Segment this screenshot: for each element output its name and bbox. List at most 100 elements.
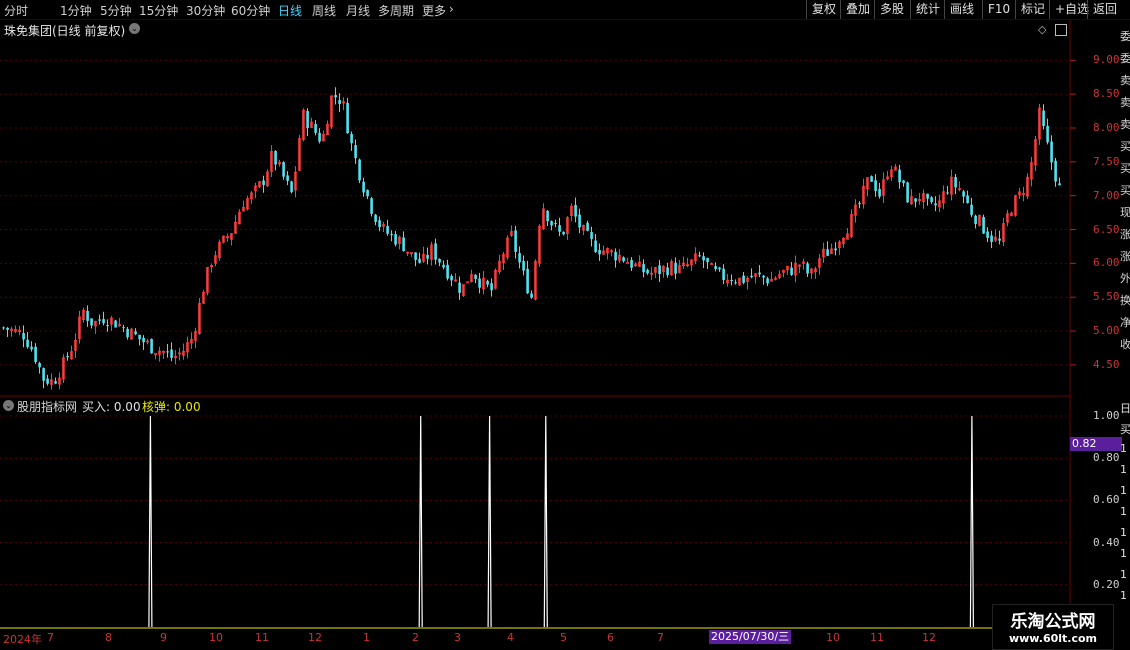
date-tick-label: 7 <box>657 631 664 644</box>
candle-body <box>762 275 765 278</box>
side-info-char: 日 <box>1120 402 1130 415</box>
candle-body <box>306 111 309 129</box>
candle-body <box>490 283 493 291</box>
watermark: 乐淘公式网 www.60lt.com <box>992 604 1114 650</box>
candle-body <box>434 243 437 260</box>
indicator-current-value: 0.82 <box>1070 437 1122 451</box>
candle-body <box>290 181 293 193</box>
buy-signal-spike <box>148 415 153 628</box>
candle-body <box>1050 141 1053 163</box>
candle-body <box>318 132 321 142</box>
candle-body <box>954 176 957 188</box>
candle-body <box>706 258 709 263</box>
candle-body <box>594 240 597 252</box>
side-info-char: 1 <box>1120 547 1127 560</box>
candle-body <box>386 226 389 234</box>
candle-body <box>710 263 714 265</box>
candle-body <box>558 225 561 232</box>
candle-body <box>394 234 397 245</box>
candle-body <box>1058 183 1061 186</box>
candle-body <box>374 214 377 222</box>
candle-body <box>262 180 265 185</box>
candle-body <box>930 197 933 203</box>
price-tick-label: 5.00 <box>1093 324 1120 338</box>
buy-signal-spike <box>543 415 548 628</box>
side-info-char: 换 <box>1120 294 1130 307</box>
candle-body <box>934 203 937 206</box>
candle-body <box>962 191 965 197</box>
candle-body <box>518 253 521 263</box>
candle-body <box>274 151 277 165</box>
candle-body <box>858 203 861 205</box>
side-info-char: 1 <box>1120 463 1127 476</box>
candle-body <box>150 339 153 354</box>
candle-body <box>526 268 529 294</box>
candle-body <box>414 252 417 260</box>
price-tick-label: 9.00 <box>1093 53 1120 67</box>
candle-body <box>718 267 721 270</box>
candle-body <box>38 362 41 368</box>
candle-body <box>338 100 341 105</box>
side-info-char: 卖 <box>1120 118 1130 131</box>
candle-body <box>66 355 69 358</box>
candle-body <box>826 249 829 256</box>
indicator-name: 股朋指标网 <box>17 400 78 414</box>
candle-body <box>874 180 877 192</box>
side-info-char: 1 <box>1120 505 1127 518</box>
indicator-tick-label: 0.20 <box>1093 577 1120 591</box>
candle-body <box>982 217 985 234</box>
side-info-char: 净 <box>1120 316 1130 329</box>
candle-body <box>574 204 577 217</box>
side-info-char: 1 <box>1120 526 1127 539</box>
candle-body <box>370 198 373 214</box>
candle-body <box>550 221 553 226</box>
candle-body <box>362 181 365 193</box>
side-info-char: 涨 <box>1120 228 1130 241</box>
candle-body <box>106 325 109 327</box>
side-info-char: 委 <box>1120 30 1130 43</box>
price-tick-label: 7.00 <box>1093 188 1120 202</box>
candle-body <box>702 256 705 261</box>
candle-body <box>478 278 481 288</box>
date-tick-label: 7 <box>47 631 54 644</box>
candle-body <box>642 264 645 273</box>
date-tick-label: 3 <box>454 631 461 644</box>
candle-body <box>102 319 105 324</box>
candle-body <box>834 248 837 251</box>
candle-body <box>698 255 701 257</box>
candle-body <box>418 258 421 263</box>
price-tick-label: 6.50 <box>1093 222 1120 236</box>
watermark-title: 乐淘公式网 <box>1010 612 1096 632</box>
candle-body <box>562 231 565 235</box>
candle-body <box>530 293 533 298</box>
candle-body <box>966 195 969 204</box>
side-info-char: 现 <box>1120 206 1130 219</box>
date-tick-label: 12 <box>308 631 322 644</box>
indicator-tick-label: 0.60 <box>1093 493 1120 507</box>
candle-body <box>522 260 525 271</box>
candle-body <box>906 182 909 203</box>
indicator-hedan-value: 核弹: 0.00 <box>142 400 201 414</box>
candle-body <box>658 265 661 275</box>
price-tick-label: 8.00 <box>1093 121 1120 134</box>
candle-body <box>354 145 357 159</box>
price-tick-label: 8.50 <box>1093 87 1120 101</box>
candle-body <box>54 381 57 384</box>
buy-signal-spike <box>418 415 423 628</box>
indicator-tick-label: 1.00 <box>1093 409 1120 422</box>
candle-body <box>122 327 125 329</box>
candle-body <box>630 260 633 268</box>
candle-body <box>166 351 169 353</box>
date-tick-label: 5 <box>560 631 567 644</box>
side-info-char: 外 <box>1120 272 1130 285</box>
candle-body <box>114 320 117 328</box>
candle-body <box>578 214 581 228</box>
date-tick-label: 10 <box>826 631 840 644</box>
indicator-tick-label: 0.40 <box>1093 535 1120 549</box>
candle-body <box>2 327 5 329</box>
candle-body <box>806 263 809 274</box>
indicator-circle-icon[interactable]: ⌄ <box>3 400 14 411</box>
candle-body <box>546 210 549 222</box>
candle-body <box>758 272 761 275</box>
date-tick-label: 11 <box>255 631 269 644</box>
